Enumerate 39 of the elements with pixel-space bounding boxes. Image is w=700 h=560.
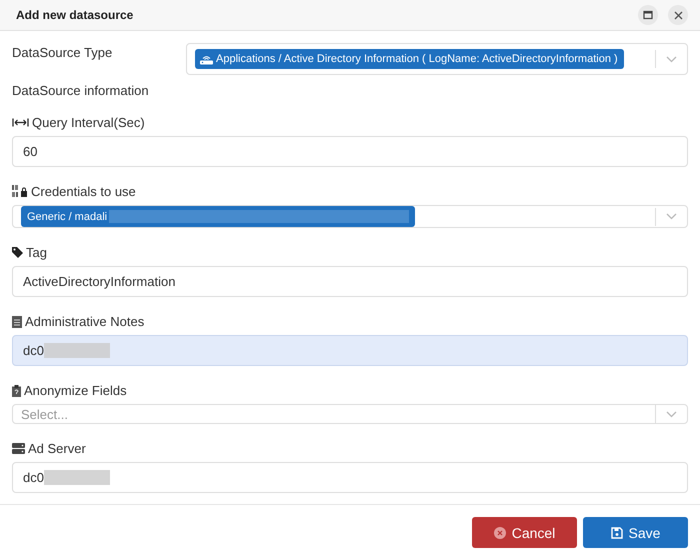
chevron-down-icon bbox=[666, 410, 677, 418]
binary-lock-icon bbox=[12, 185, 28, 198]
field-label: Anonymize Fields bbox=[24, 383, 127, 398]
field-value: dc0 bbox=[23, 343, 44, 358]
field-value: dc0 bbox=[23, 470, 44, 485]
field-value: ActiveDirectoryInformation bbox=[23, 274, 176, 289]
field-label: Ad Server bbox=[28, 441, 86, 456]
maximize-icon bbox=[643, 10, 653, 20]
field-label: Credentials to use bbox=[31, 184, 136, 199]
credentials-select[interactable]: Generic / madali bbox=[12, 205, 688, 228]
server-icon bbox=[12, 443, 25, 454]
placeholder: Select... bbox=[21, 406, 68, 422]
input-field[interactable]: 60 bbox=[12, 136, 688, 167]
input-field[interactable]: dc0 bbox=[12, 335, 688, 366]
close-icon bbox=[674, 10, 682, 20]
clipboard-icon bbox=[12, 384, 21, 396]
close-circle-icon bbox=[494, 526, 506, 538]
selected-tag: Generic / madali bbox=[27, 210, 108, 222]
dialog-title: Add new datasource bbox=[16, 8, 134, 22]
field-label: DataSource Type bbox=[12, 44, 114, 60]
field-label: Query Interval(Sec) bbox=[32, 115, 145, 130]
input-field[interactable]: ActiveDirectoryInformation bbox=[12, 266, 688, 297]
field-label: Tag bbox=[26, 245, 47, 260]
close-button[interactable] bbox=[668, 5, 688, 25]
save-icon bbox=[610, 526, 623, 538]
cancel-button[interactable]: Cancel bbox=[472, 517, 577, 548]
field-value: 60 bbox=[23, 144, 38, 159]
interval-icon bbox=[12, 118, 29, 127]
section-label: DataSource information bbox=[12, 83, 150, 98]
datasource-type-select[interactable]: Applications / Active Directory Information ( LogName: ActiveDirectoryInformation ) bbox=[186, 43, 688, 75]
chevron-down-icon bbox=[666, 213, 677, 220]
maximize-button[interactable] bbox=[638, 5, 658, 25]
chevron-down-icon bbox=[666, 56, 677, 62]
save-button[interactable]: Save bbox=[583, 517, 688, 548]
input-field[interactable]: dc0 bbox=[12, 462, 688, 493]
notes-icon bbox=[12, 316, 22, 328]
field-label: Administrative Notes bbox=[25, 314, 144, 329]
router-icon bbox=[199, 54, 214, 64]
tag-icon bbox=[12, 247, 23, 258]
